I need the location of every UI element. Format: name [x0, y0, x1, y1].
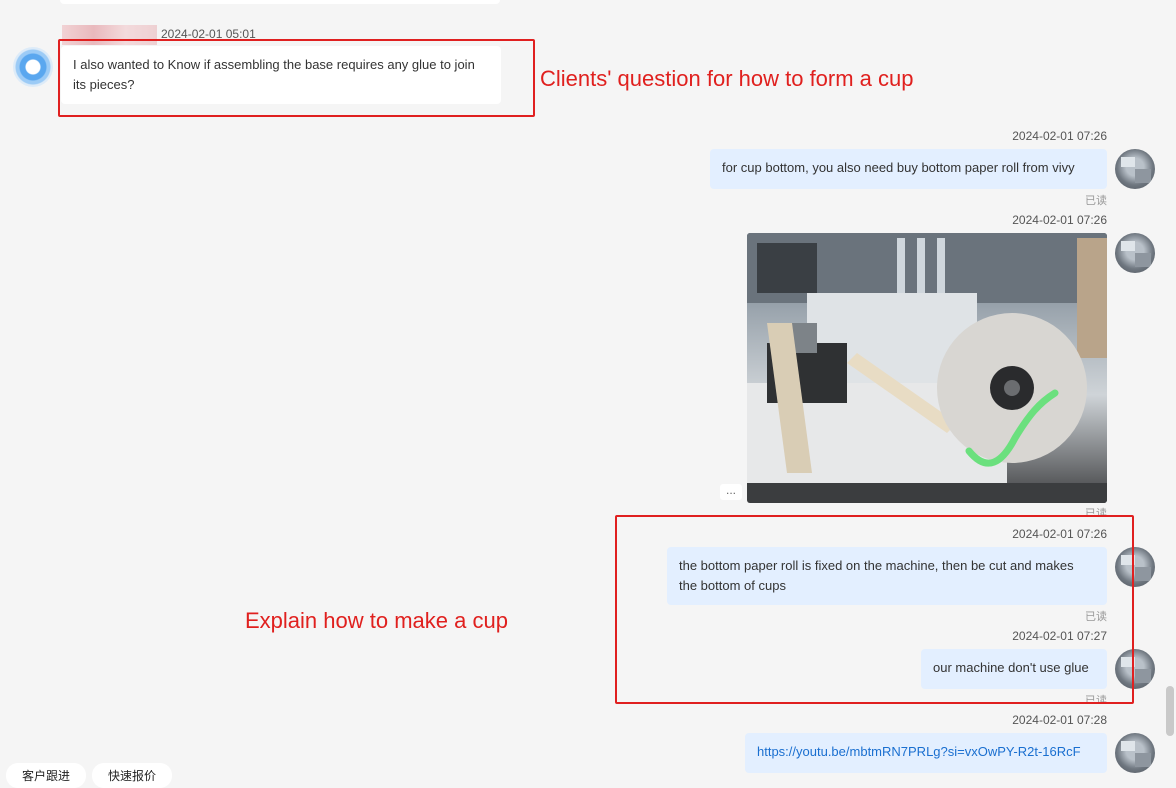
- message-timestamp: 2024-02-01 07:26: [1012, 129, 1107, 143]
- youtube-link[interactable]: https://youtu.be/mbtmRN7PRLg?si=vxOwPY-R…: [757, 744, 1081, 759]
- annotation-client-question: Clients' question for how to form a cup: [540, 66, 914, 91]
- chat-scrollbar[interactable]: [1166, 686, 1174, 736]
- message-text: for cup bottom, you also need buy bottom…: [722, 160, 1075, 175]
- annotation-box-client-question: [58, 39, 535, 117]
- machine-photo[interactable]: [747, 233, 1107, 503]
- annotation-explain: Explain how to make a cup: [245, 608, 508, 633]
- agent-avatar[interactable]: [1115, 149, 1155, 189]
- read-status: 已读: [1085, 195, 1107, 207]
- message-timestamp: 2024-02-01 07:28: [1012, 713, 1107, 727]
- previous-message-bubble: [60, 0, 500, 4]
- read-status: 已读: [1085, 508, 1107, 515]
- agent-avatar[interactable]: [1115, 233, 1155, 273]
- more-options-icon[interactable]: ...: [720, 484, 742, 500]
- quick-quote-button[interactable]: 快速报价: [92, 763, 173, 788]
- annotation-box-explain: [615, 515, 1134, 704]
- message-bubble-outgoing[interactable]: for cup bottom, you also need buy bottom…: [710, 149, 1107, 189]
- client-avatar[interactable]: [13, 47, 53, 87]
- customer-follow-up-button[interactable]: 客户跟进: [6, 763, 87, 788]
- message-timestamp: 2024-02-01 07:26: [1012, 213, 1107, 227]
- message-bubble-outgoing-link[interactable]: https://youtu.be/mbtmRN7PRLg?si=vxOwPY-R…: [745, 733, 1107, 773]
- machine-photo-illustration: [747, 233, 1107, 503]
- agent-avatar[interactable]: [1115, 733, 1155, 773]
